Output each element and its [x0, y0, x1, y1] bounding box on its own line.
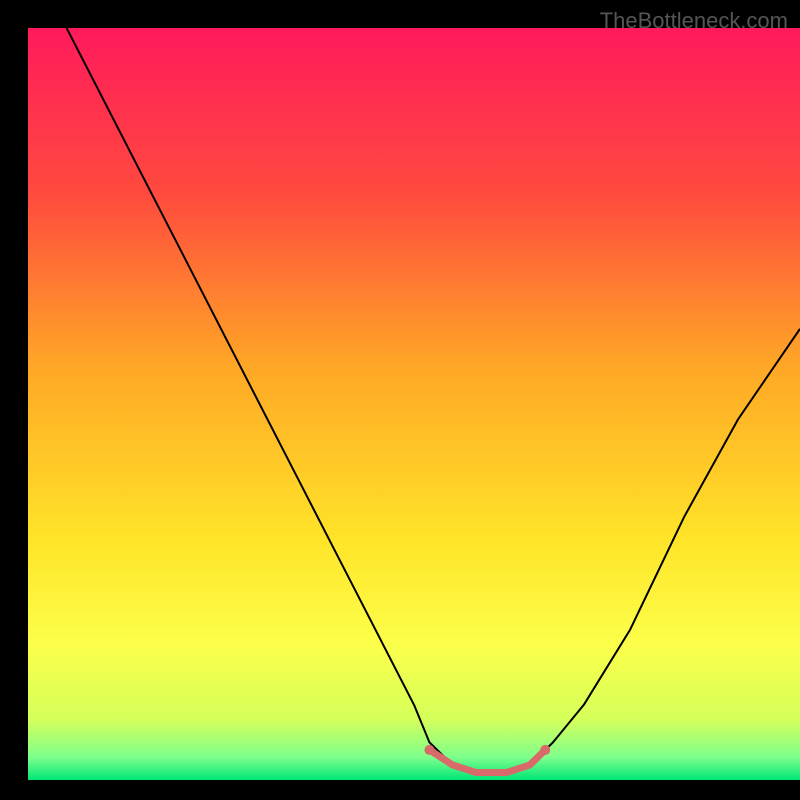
plot-background — [28, 28, 800, 780]
optimal-endpoint — [424, 745, 434, 755]
watermark-text: TheBottleneck.com — [600, 8, 788, 34]
bottleneck-chart: TheBottleneck.com — [0, 0, 800, 800]
chart-svg — [0, 0, 800, 800]
optimal-endpoint — [540, 745, 550, 755]
